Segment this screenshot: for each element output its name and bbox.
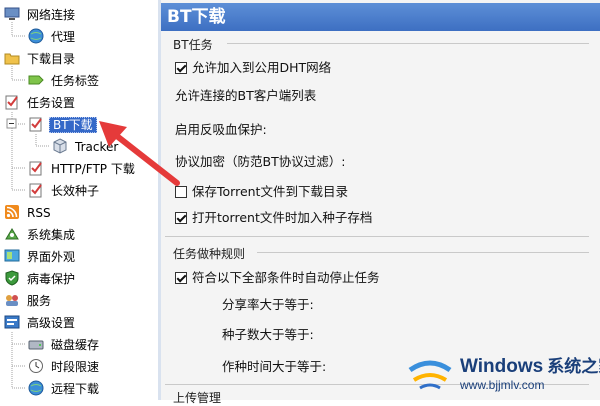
sidebar-item-label: 任务标签 (51, 73, 100, 88)
sidebar-item-label: 时段限速 (51, 359, 100, 374)
watermark-brand: Windows系统之家 (460, 356, 600, 377)
sidebar-item-http-ftp[interactable]: HTTP/FTP 下载 (28, 158, 137, 178)
sidebar-item-label: 下载目录 (27, 51, 76, 66)
sidebar-item-service[interactable]: 服务 (4, 290, 53, 310)
tag-icon (28, 72, 44, 88)
sidebar-item-label: 系统集成 (27, 227, 76, 242)
condition-label: 分享率大于等于: (222, 297, 314, 312)
sidebar-item-proxy[interactable]: 代理 (28, 26, 77, 46)
service-icon (4, 292, 20, 308)
integration-icon (4, 226, 20, 242)
sidebar-item-task-tags[interactable]: 任务标签 (28, 70, 101, 90)
sidebar-item-network[interactable]: 网络连接 (4, 4, 77, 24)
watermark-url: www.bjjmlv.com (460, 378, 545, 392)
sidebar-item-remote-download[interactable]: 远程下载 (28, 378, 101, 398)
sidebar-item-time-limit[interactable]: 时段限速 (28, 356, 101, 376)
option-label: 启用反吸血保护: (175, 122, 267, 137)
option-label: 符合以下全部条件时自动停止任务 (192, 270, 380, 285)
group-divider (257, 252, 589, 253)
condition-seed-time: 作种时间大于等于: (222, 358, 326, 376)
sidebar-item-label: 病毒保护 (27, 271, 76, 286)
auto-stop-checkbox[interactable] (175, 271, 187, 284)
sidebar-item-label: 长效种子 (51, 183, 100, 198)
condition-label: 种子数大于等于: (222, 327, 314, 342)
option-protocol-encryption: 协议加密（防范BT协议过滤）: (175, 153, 345, 171)
group-seeding-rules-label: 任务做种规则 (173, 247, 246, 261)
sidebar-item-advanced[interactable]: 高级设置 (4, 312, 77, 332)
sidebar-item-label: 高级设置 (27, 315, 76, 330)
sidebar-item-long-seed[interactable]: 长效种子 (28, 180, 101, 200)
appearance-icon (4, 248, 20, 264)
sidebar-item-virus-protection[interactable]: 病毒保护 (4, 268, 77, 288)
sidebar-item-task-settings[interactable]: 任务设置 (4, 92, 77, 112)
network-icon (4, 6, 20, 22)
group-divider (165, 236, 589, 237)
option-auto-stop[interactable]: 符合以下全部条件时自动停止任务 (175, 269, 380, 287)
condition-seed-count: 种子数大于等于: (222, 326, 314, 344)
option-archive-seed[interactable]: 打开torrent文件时加入种子存档 (175, 209, 372, 227)
option-label: 协议加密（防范BT协议过滤）: (175, 154, 346, 169)
option-client-list[interactable]: 允许连接的BT客户端列表 (175, 87, 316, 105)
sidebar-item-label: 任务设置 (27, 95, 76, 110)
seed-icon (28, 182, 44, 198)
sidebar-item-label: 磁盘缓存 (51, 337, 100, 352)
shield-icon (4, 269, 20, 286)
task-settings-icon (4, 94, 20, 110)
group-upload-label: 上传管理 (173, 391, 222, 405)
sidebar-item-tracker[interactable]: Tracker (52, 136, 120, 156)
http-icon (28, 160, 44, 176)
sidebar-item-label: RSS (27, 205, 51, 220)
option-label: 允许连接的BT客户端列表 (175, 88, 317, 103)
sidebar-item-label: Tracker (75, 139, 119, 154)
sidebar-item-label: 界面外观 (27, 249, 76, 264)
settings-tree: 网络连接 代理 下载目录 任务标签 任务设置 BT下载 Tracker HTTP… (0, 0, 158, 400)
sidebar-item-disk-cache[interactable]: 磁盘缓存 (28, 334, 101, 354)
sidebar-item-label: 远程下载 (51, 381, 100, 396)
watermark: Windows系统之家 www.bjjmlv.com (392, 340, 600, 400)
cube-icon (52, 137, 68, 154)
sidebar-item-rss[interactable]: RSS (4, 202, 53, 222)
condition-share-ratio: 分享率大于等于: (222, 296, 314, 314)
option-anti-leech: 启用反吸血保护: (175, 121, 267, 139)
archive-seed-checkbox[interactable] (175, 211, 187, 224)
group-divider (227, 43, 589, 44)
disk-icon (28, 336, 44, 352)
option-label: 打开torrent文件时加入种子存档 (192, 210, 373, 225)
condition-label: 作种时间大于等于: (222, 359, 327, 374)
collapse-box-icon[interactable] (6, 118, 17, 129)
advanced-icon (4, 314, 20, 330)
rss-icon (4, 204, 20, 220)
sidebar-item-label: 网络连接 (27, 7, 76, 22)
speed-limit-icon (28, 358, 44, 374)
sidebar-item-system-integration[interactable]: 系统集成 (4, 224, 77, 244)
panel-title: BT下载 (161, 3, 600, 31)
sidebar-item-appearance[interactable]: 界面外观 (4, 246, 77, 266)
sidebar-item-bt-download[interactable]: BT下载 (28, 114, 97, 134)
bt-icon (28, 116, 44, 132)
remote-icon (28, 380, 44, 396)
sidebar-item-label: 代理 (51, 29, 76, 44)
sidebar-item-label: HTTP/FTP 下载 (51, 161, 135, 176)
option-label: 允许加入到公用DHT网络 (192, 60, 332, 75)
save-torrent-checkbox[interactable] (175, 185, 187, 198)
group-bt-tasks-label: BT任务 (173, 38, 213, 52)
option-label: 保存Torrent文件到下载目录 (192, 184, 348, 199)
sidebar-item-label: 服务 (27, 293, 52, 308)
folder-icon (4, 50, 20, 66)
sidebar-item-label: BT下载 (49, 116, 97, 133)
option-save-torrent[interactable]: 保存Torrent文件到下载目录 (175, 183, 348, 201)
dht-checkbox[interactable] (175, 61, 187, 74)
option-dht[interactable]: 允许加入到公用DHT网络 (175, 59, 331, 77)
globe-icon (28, 28, 44, 44)
windows-logo-icon (408, 360, 452, 390)
sidebar-item-download-dir[interactable]: 下载目录 (4, 48, 77, 68)
